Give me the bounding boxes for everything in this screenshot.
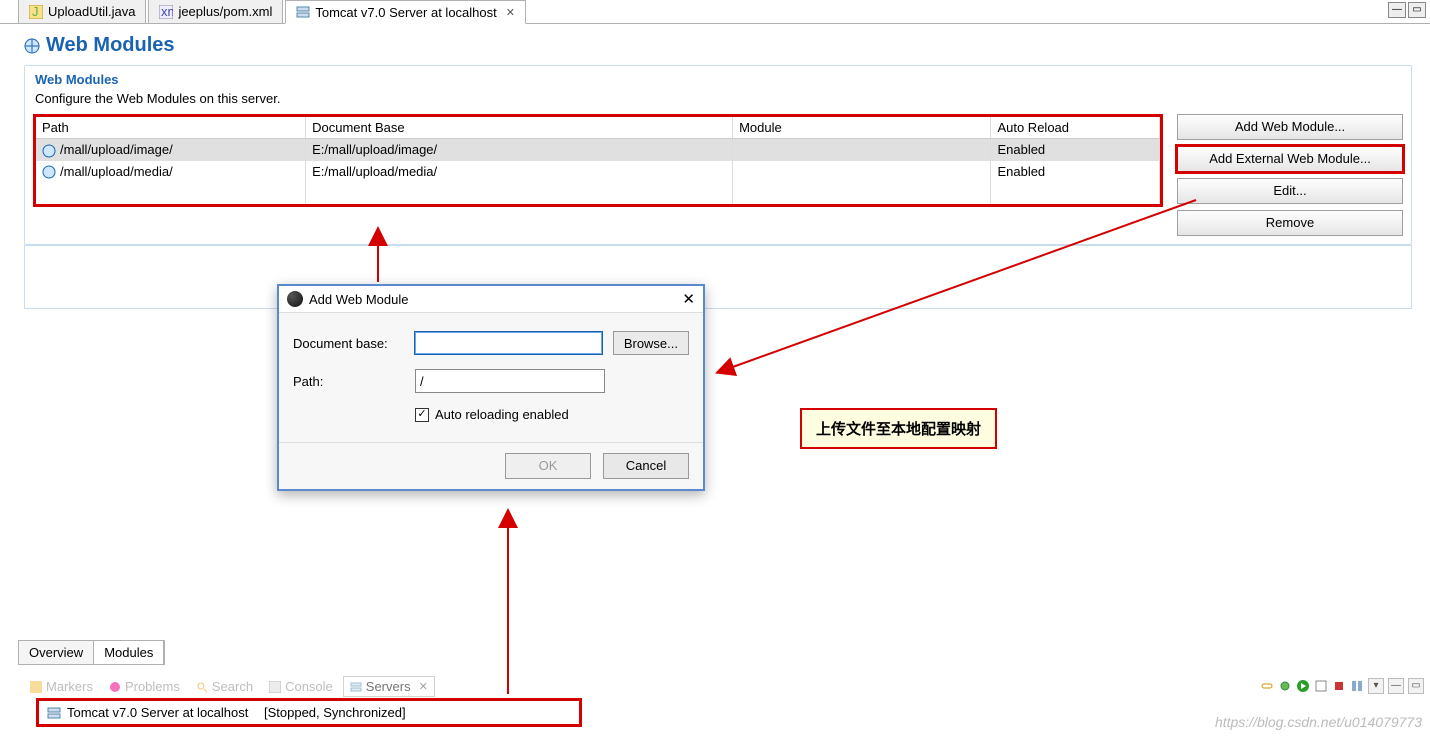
cell-docbase: E:/mall/upload/media/ (306, 161, 733, 183)
dialog-close-icon[interactable]: ✕ (682, 290, 695, 308)
auto-reload-checkbox[interactable] (415, 408, 429, 422)
module-icon (42, 144, 56, 158)
server-icon (47, 706, 61, 720)
view-markers[interactable]: Markers (24, 677, 99, 696)
col-reload[interactable]: Auto Reload (991, 117, 1160, 139)
watermark: https://blog.csdn.net/u014079773 (1215, 714, 1422, 730)
col-path[interactable]: Path (36, 117, 306, 139)
view-problems[interactable]: Problems (103, 677, 186, 696)
web-modules-icon (24, 38, 40, 54)
servers-toolbar: ▾ — ▭ (1260, 678, 1424, 694)
cell-path: /mall/upload/media/ (60, 164, 173, 179)
cancel-button[interactable]: Cancel (603, 453, 689, 479)
debug-icon[interactable] (1278, 679, 1292, 693)
tab-modules[interactable]: Modules (94, 641, 164, 664)
editor-tab-bar: J UploadUtil.java xml jeeplus/pom.xml To… (0, 0, 1430, 24)
side-buttons: Add Web Module... Add External Web Modul… (1177, 114, 1403, 236)
page-title: Web Modules (46, 34, 175, 57)
cell-module (733, 161, 991, 183)
tab-label: jeeplus/pom.xml (178, 4, 272, 19)
maximize-view-icon[interactable]: ▭ (1408, 678, 1424, 694)
bottom-view-tabs: Markers Problems Search Console Servers✕ (24, 676, 435, 697)
profile-icon[interactable] (1314, 679, 1328, 693)
view-search[interactable]: Search (190, 677, 259, 696)
tab-label: Tomcat v7.0 Server at localhost (315, 5, 496, 20)
tab-label: UploadUtil.java (48, 4, 135, 19)
view-console[interactable]: Console (263, 677, 339, 696)
server-status: [Stopped, Synchronized] (264, 705, 406, 720)
ok-button[interactable]: OK (505, 453, 591, 479)
section-padding (24, 245, 1412, 309)
col-module[interactable]: Module (733, 117, 991, 139)
cell-reload: Enabled (991, 139, 1160, 161)
publish-icon[interactable] (1350, 679, 1364, 693)
table-row[interactable]: /mall/upload/media/ E:/mall/upload/media… (36, 161, 1160, 183)
table-header-row: Path Document Base Module Auto Reload (36, 117, 1160, 139)
svg-text:xml: xml (161, 5, 173, 19)
eclipse-icon (287, 291, 303, 307)
module-icon (42, 165, 56, 179)
auto-reload-label: Auto reloading enabled (435, 407, 569, 422)
editor-tab-uploadutil[interactable]: J UploadUtil.java (18, 0, 146, 23)
remove-button[interactable]: Remove (1177, 210, 1403, 236)
section-desc: Configure the Web Modules on this server… (33, 89, 1403, 114)
cell-docbase: E:/mall/upload/image/ (306, 139, 733, 161)
minimize-icon[interactable]: — (1388, 2, 1406, 18)
svg-text:J: J (32, 5, 39, 19)
annotation-callout: 上传文件至本地配置映射 (800, 408, 997, 449)
link-icon[interactable] (1260, 679, 1274, 693)
web-modules-table-highlight: Path Document Base Module Auto Reload /m… (33, 114, 1163, 207)
edit-button[interactable]: Edit... (1177, 178, 1403, 204)
path-label: Path: (293, 374, 405, 389)
close-icon[interactable]: ✕ (506, 6, 515, 19)
table-row[interactable]: /mall/upload/image/ E:/mall/upload/image… (36, 139, 1160, 161)
maximize-icon[interactable]: ▭ (1408, 2, 1426, 18)
menu-icon[interactable]: ▾ (1368, 678, 1384, 694)
xml-file-icon: xml (159, 5, 173, 19)
cell-reload: Enabled (991, 161, 1160, 183)
minimize-view-icon[interactable]: — (1388, 678, 1404, 694)
stop-icon[interactable] (1332, 679, 1346, 693)
path-input[interactable] (415, 369, 605, 393)
close-icon[interactable]: ✕ (419, 680, 428, 693)
web-modules-section: Web Modules Configure the Web Modules on… (24, 65, 1412, 245)
browse-button[interactable]: Browse... (613, 331, 689, 355)
server-name: Tomcat v7.0 Server at localhost (67, 705, 248, 720)
server-icon (296, 5, 310, 19)
dialog-title-text: Add Web Module (309, 292, 409, 307)
page-header: Web Modules (0, 24, 1430, 63)
section-title: Web Modules (33, 66, 1403, 89)
java-file-icon: J (29, 5, 43, 19)
view-servers[interactable]: Servers✕ (343, 676, 435, 697)
add-external-web-module-button[interactable]: Add External Web Module... (1177, 146, 1403, 172)
editor-tab-pom[interactable]: xml jeeplus/pom.xml (148, 0, 283, 23)
docbase-input[interactable] (414, 331, 603, 355)
add-web-module-dialog: Add Web Module ✕ Document base: Browse..… (277, 284, 705, 491)
docbase-label: Document base: (293, 336, 404, 351)
run-icon[interactable] (1296, 679, 1310, 693)
tab-overview[interactable]: Overview (19, 641, 94, 664)
add-web-module-button[interactable]: Add Web Module... (1177, 114, 1403, 140)
cell-path: /mall/upload/image/ (60, 142, 173, 157)
editor-tab-tomcat[interactable]: Tomcat v7.0 Server at localhost ✕ (285, 0, 526, 24)
editor-bottom-tabs: Overview Modules (18, 640, 165, 665)
cell-module (733, 139, 991, 161)
web-modules-table[interactable]: Path Document Base Module Auto Reload /m… (36, 117, 1160, 204)
server-entry-highlight[interactable]: Tomcat v7.0 Server at localhost [Stopped… (36, 698, 582, 727)
col-docbase[interactable]: Document Base (306, 117, 733, 139)
